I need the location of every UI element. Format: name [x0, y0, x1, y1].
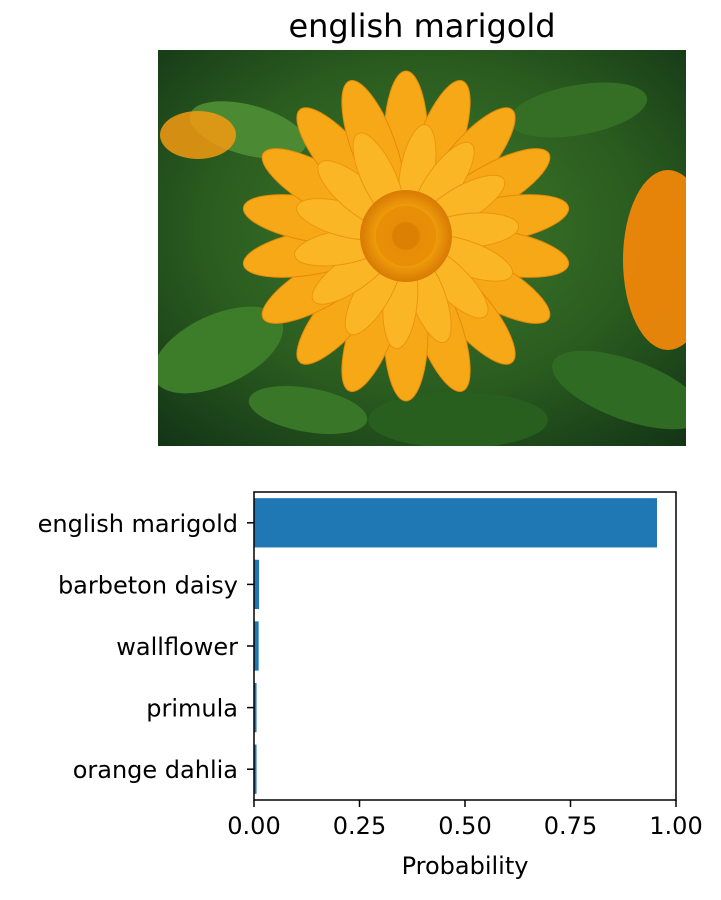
- bar-english-marigold: [254, 498, 658, 548]
- figure: english marigold english marigold barbet…: [0, 0, 721, 896]
- x-tick-label: 0.50: [438, 812, 491, 840]
- y-tick-label: barbeton daisy: [58, 571, 238, 599]
- x-tick-label: 0.00: [227, 812, 280, 840]
- y-tick-label: primula: [146, 695, 238, 723]
- x-tick-label: 0.25: [333, 812, 386, 840]
- x-axis-label: Probability: [402, 852, 529, 880]
- y-tick-label: orange dahlia: [73, 756, 238, 784]
- probability-chart: english marigold barbeton daisy wallflower…: [0, 480, 721, 896]
- bar-barbeton-daisy: [254, 559, 260, 610]
- flower-photo: [158, 50, 686, 446]
- y-tick-label: wallflower: [116, 633, 238, 661]
- y-tick-label: english marigold: [38, 510, 238, 538]
- image-title: english marigold: [288, 7, 556, 45]
- x-tick-label: 1.00: [649, 812, 702, 840]
- x-tick-label: 0.75: [544, 812, 597, 840]
